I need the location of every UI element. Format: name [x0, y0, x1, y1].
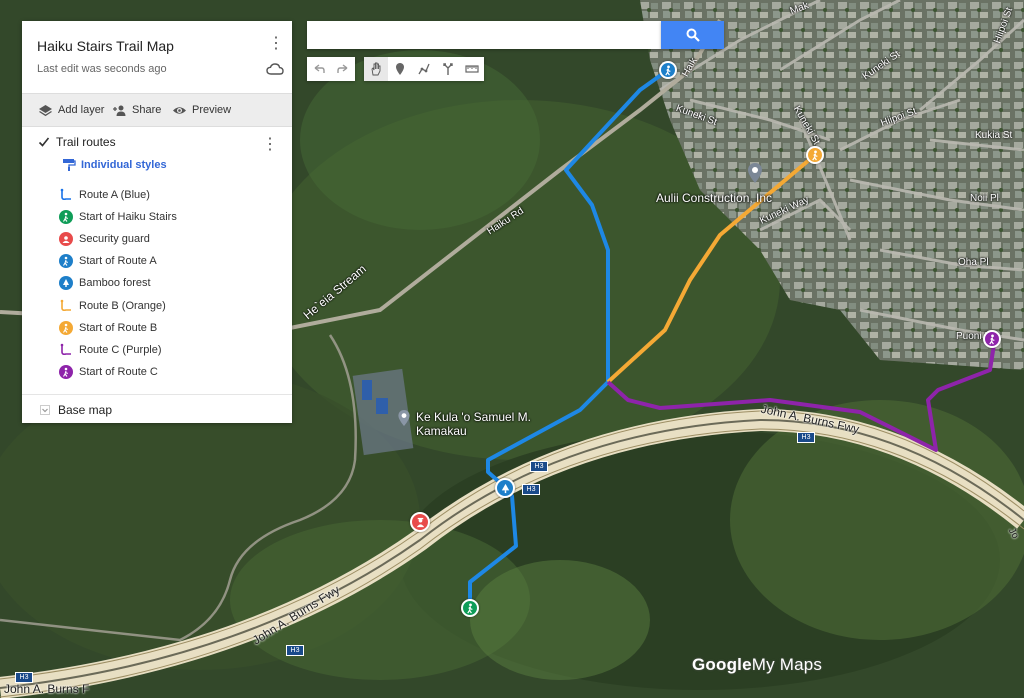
ruler-icon — [465, 65, 479, 73]
layer-item[interactable]: Route C (Purple) — [59, 339, 177, 361]
base-map-toggle[interactable]: Base map — [22, 394, 292, 424]
hiker-icon — [59, 254, 73, 269]
kukia-st-label: Kukia St — [975, 130, 1013, 141]
school-label[interactable]: Ke Kula 'o Samuel M. Kamakau — [416, 410, 536, 438]
map-title[interactable]: Haiku Stairs Trail Map — [37, 38, 174, 54]
h3-shield-4: H3 — [286, 645, 304, 656]
hiker-icon — [988, 333, 995, 344]
layer-item[interactable]: Route B (Orange) — [59, 294, 177, 316]
construction-label[interactable]: Aulii Construction, Inc — [656, 191, 772, 205]
h3-shield-2: H3 — [522, 484, 540, 495]
line-icon — [418, 63, 430, 75]
tree-icon — [501, 483, 509, 493]
preview-label: Preview — [192, 104, 232, 116]
hiker-icon — [811, 149, 818, 160]
fwy-label-3: John A. Burns F — [4, 682, 90, 696]
eye-icon — [173, 106, 186, 114]
add-person-icon — [113, 105, 126, 116]
history-toolbar — [307, 57, 355, 81]
start-route-b-marker[interactable] — [806, 146, 824, 164]
chevron-down-icon — [40, 404, 50, 415]
cloud-saved-icon — [266, 63, 284, 75]
h3-shield-3: H3 — [797, 432, 815, 443]
drawing-toolbar — [364, 57, 484, 81]
layer-item[interactable]: Start of Haiku Stairs — [59, 206, 177, 228]
share-label: Share — [132, 104, 162, 116]
layer-item-label: Route B (Orange) — [79, 299, 166, 312]
undo-button[interactable] — [307, 57, 331, 81]
redo-button[interactable] — [331, 57, 355, 81]
layer-item[interactable]: Start of Route B — [59, 317, 177, 339]
guard-icon — [59, 232, 73, 247]
layer-items-list: Route A (Blue) Start of Haiku Stairs Secur… — [59, 184, 177, 383]
search-input[interactable] — [307, 21, 661, 49]
redo-icon — [337, 64, 348, 73]
hiker-icon — [466, 602, 473, 613]
layer-item-label: Start of Route C — [79, 365, 158, 378]
layer-item[interactable]: Start of Route C — [59, 361, 177, 383]
layer-item-label: Start of Route B — [79, 321, 158, 334]
hiker-icon — [59, 210, 73, 225]
checkmark-icon — [38, 137, 50, 147]
layer-item[interactable]: Route A (Blue) — [59, 184, 177, 206]
h3-shield-5: H3 — [15, 672, 33, 683]
marker-icon — [396, 63, 404, 75]
add-marker-button[interactable] — [388, 57, 412, 81]
noii-pl-label: Noii Pl — [970, 193, 999, 204]
search-icon — [686, 28, 700, 42]
hiker-icon — [664, 64, 671, 75]
hiker-icon — [59, 320, 73, 335]
security-guard-marker[interactable] — [410, 512, 430, 532]
layer-item-label: Route C (Purple) — [79, 343, 162, 356]
start-route-a-marker[interactable] — [659, 61, 677, 79]
draw-line-button[interactable] — [412, 57, 436, 81]
select-hand-button[interactable] — [364, 57, 388, 81]
route-line-icon — [59, 299, 73, 313]
layer-item[interactable]: Security guard — [59, 228, 177, 250]
layer-item-label: Bamboo forest — [79, 277, 151, 290]
directions-button[interactable] — [436, 57, 460, 81]
layer-options-menu-icon[interactable]: ⋮ — [262, 136, 278, 154]
google-my-maps-logo: GoogleMy Maps — [692, 655, 823, 674]
construction-pin-icon[interactable] — [748, 163, 762, 183]
tree-icon — [59, 276, 73, 291]
oha-pl-label: Oha Pl — [958, 257, 989, 268]
hiker-icon — [59, 364, 73, 379]
layer-header: Trail routes — [38, 135, 116, 149]
start-route-c-marker[interactable] — [983, 330, 1001, 348]
save-status: Last edit was seconds ago — [37, 63, 167, 75]
route-line-icon — [59, 343, 73, 357]
style-mode-link[interactable]: Individual styles — [62, 158, 167, 172]
preview-button[interactable]: Preview — [172, 94, 231, 126]
map-options-menu-icon[interactable]: ⋮ — [268, 35, 284, 53]
layer-item[interactable]: Start of Route A — [59, 250, 177, 272]
layers-icon — [39, 104, 52, 116]
undo-icon — [314, 64, 325, 73]
layer-item-label: Route A (Blue) — [79, 189, 150, 202]
layer-visibility-checkbox[interactable] — [38, 136, 50, 148]
hand-icon — [371, 62, 381, 76]
style-mode-label: Individual styles — [81, 159, 167, 171]
h3-shield-1: H3 — [530, 461, 548, 472]
add-layer-label: Add layer — [58, 104, 105, 116]
route-line-icon — [59, 188, 73, 202]
layer-item-label: Start of Route A — [79, 255, 157, 268]
map-panel: Haiku Stairs Trail Map ⋮ Last edit was s… — [22, 21, 292, 423]
school-pin-icon[interactable] — [398, 410, 410, 426]
paint-roller-icon — [63, 159, 76, 171]
start-haiku-stairs-marker[interactable] — [461, 599, 479, 617]
layer-item[interactable]: Bamboo forest — [59, 272, 177, 294]
panel-actions: Add layer Share Preview — [22, 93, 292, 127]
layer-item-label: Security guard — [79, 233, 150, 246]
search-button[interactable] — [661, 21, 724, 49]
layer-item-label: Start of Haiku Stairs — [79, 211, 177, 224]
measure-button[interactable] — [460, 57, 484, 81]
add-layer-button[interactable]: Add layer — [38, 94, 104, 126]
bamboo-forest-marker[interactable] — [495, 478, 515, 498]
layer-name[interactable]: Trail routes — [56, 135, 116, 149]
guard-icon — [416, 517, 424, 527]
share-button[interactable]: Share — [112, 94, 161, 126]
directions-icon — [443, 63, 453, 75]
base-map-label: Base map — [58, 402, 113, 417]
